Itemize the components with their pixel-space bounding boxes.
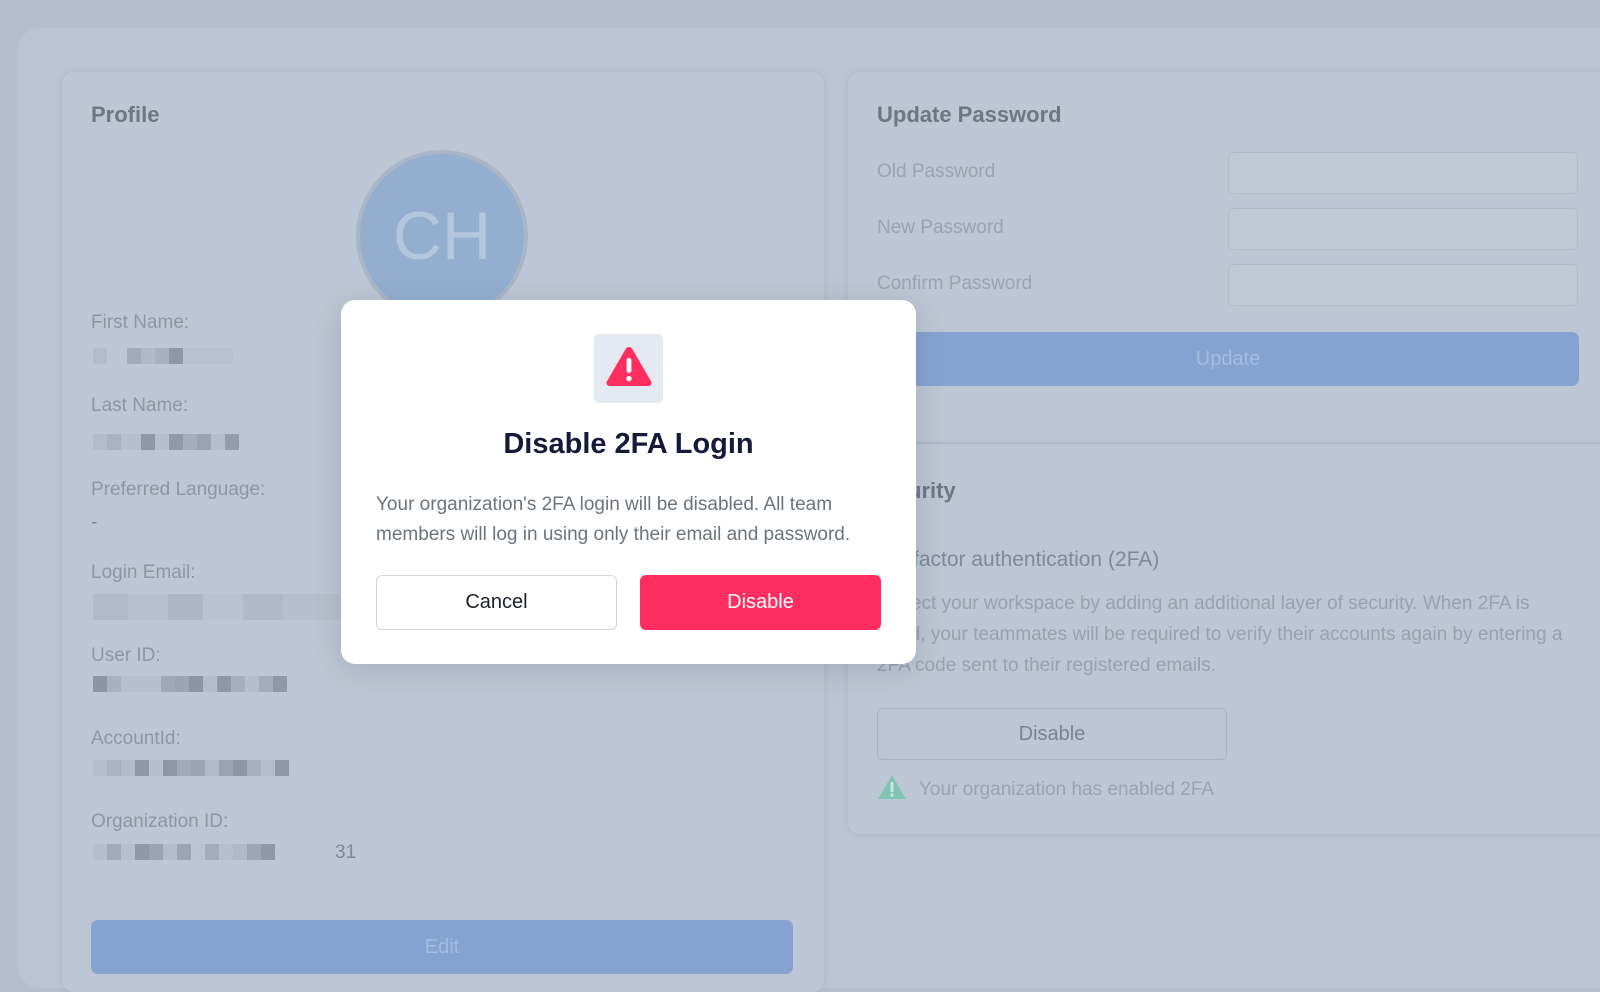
- last-name-label: Last Name:: [91, 395, 189, 416]
- two-factor-status: Your organization has enabled 2FA: [877, 774, 1214, 806]
- disable-2fa-dialog: Disable 2FA Login Your organization's 2F…: [341, 300, 916, 664]
- dialog-message: Your organization's 2FA login will be di…: [376, 494, 851, 545]
- disable-2fa-button[interactable]: Disable: [877, 708, 1227, 760]
- old-password-input[interactable]: [1228, 152, 1578, 194]
- two-factor-status-text: Your organization has enabled 2FA: [919, 779, 1215, 800]
- organization-id-value-redacted: [93, 844, 275, 860]
- warning-triangle-icon: [605, 345, 653, 392]
- update-password-card: Update Password Old Password New Passwor…: [848, 72, 1600, 442]
- preferred-language-value: -: [91, 512, 98, 533]
- confirm-disable-button[interactable]: Disable: [640, 575, 881, 630]
- user-id-label: User ID:: [91, 645, 161, 666]
- account-id-value-redacted: [93, 760, 289, 776]
- account-id-label: AccountId:: [91, 728, 181, 749]
- two-factor-description: ect your workspace by adding an addition…: [877, 593, 1563, 676]
- cancel-button[interactable]: Cancel: [376, 575, 617, 630]
- new-password-input[interactable]: [1228, 208, 1578, 250]
- update-button[interactable]: Update: [877, 332, 1579, 386]
- two-factor-title: -factor authentication (2FA): [906, 548, 1160, 571]
- login-email-value-redacted: [93, 594, 343, 620]
- avatar: CH: [356, 150, 528, 322]
- new-password-label: New Password: [877, 217, 1004, 238]
- warning-triangle-icon: [877, 774, 907, 806]
- first-name-label: First Name:: [91, 312, 190, 333]
- last-name-value-redacted: [93, 434, 239, 450]
- confirm-password-label: Confirm Password: [877, 273, 1033, 294]
- security-card: urity -factor authentication (2FA) ect y…: [848, 444, 1600, 834]
- dialog-title: Disable 2FA Login: [503, 428, 754, 460]
- profile-title: Profile: [91, 102, 160, 127]
- confirm-password-input[interactable]: [1228, 264, 1578, 306]
- preferred-language-label: Preferred Language:: [91, 479, 266, 500]
- edit-button[interactable]: Edit: [91, 920, 793, 974]
- dialog-icon-container: [594, 334, 663, 403]
- user-id-value-redacted: [93, 676, 287, 692]
- login-email-label: Login Email:: [91, 562, 196, 583]
- first-name-value-redacted: [93, 348, 233, 364]
- organization-id-label: Organization ID:: [91, 811, 229, 832]
- organization-id-visible-suffix: 31: [335, 842, 357, 863]
- old-password-label: Old Password: [877, 161, 996, 182]
- update-password-title: Update Password: [877, 102, 1062, 127]
